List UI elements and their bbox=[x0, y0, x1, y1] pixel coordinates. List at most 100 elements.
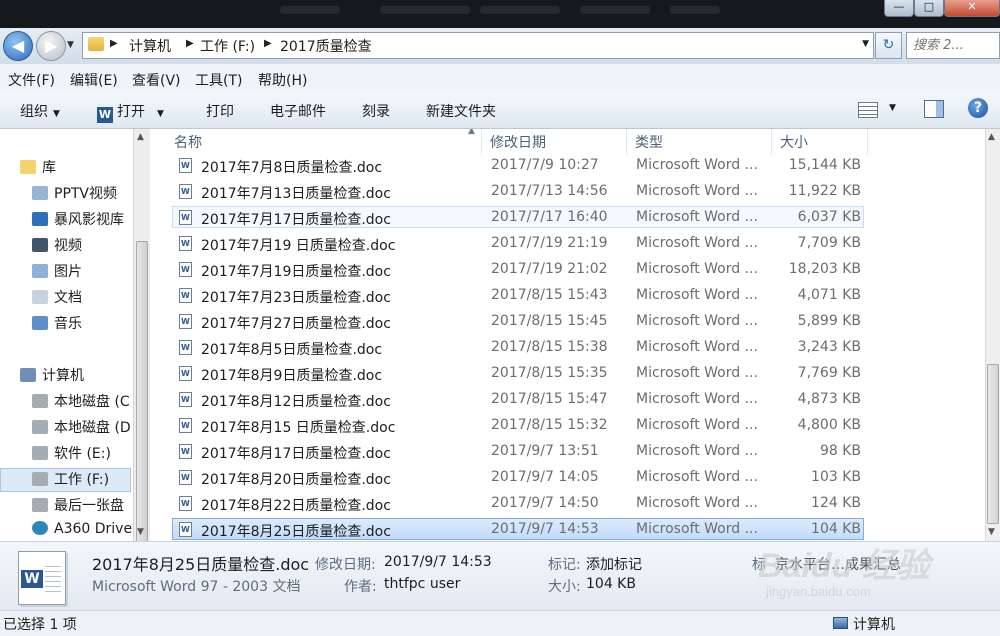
file-row[interactable]: 2017年8月15 日质量检查.doc 2017/8/15 15:32 Micros… bbox=[172, 414, 864, 436]
minimize-button[interactable]: — bbox=[884, 0, 914, 17]
nav-library[interactable]: 库 bbox=[20, 157, 56, 179]
address-dropdown-icon[interactable]: ▼ bbox=[862, 39, 869, 49]
file-type: Microsoft Word ... bbox=[636, 365, 758, 381]
file-list-scrollbar[interactable]: ▲ ▼ bbox=[985, 129, 1000, 541]
file-row[interactable]: 2017年7月19日质量检查.doc 2017/7/19 21:02 Microso… bbox=[172, 258, 864, 280]
breadcrumb-folder[interactable]: 2017质量检查 bbox=[280, 36, 372, 56]
status-selected: 已选择 1 项 bbox=[3, 617, 77, 633]
nav-item-videos[interactable]: 视频 bbox=[32, 235, 82, 257]
print-button[interactable]: 打印 bbox=[206, 101, 234, 121]
file-row[interactable]: 2017年8月12日质量检查.doc 2017/8/15 15:47 Microso… bbox=[172, 388, 864, 410]
file-row[interactable]: 2017年8月17日质量检查.doc 2017/9/7 13:51 Microsof… bbox=[172, 440, 864, 462]
file-row[interactable]: 2017年7月8日质量检查.doc 2017/7/9 10:27 Microsoft… bbox=[172, 154, 864, 176]
column-header-size[interactable]: 大小 bbox=[772, 129, 868, 155]
close-button[interactable]: ✕ bbox=[944, 0, 1000, 17]
back-button[interactable]: ◀ bbox=[3, 31, 33, 61]
forward-button[interactable]: ▶ bbox=[36, 31, 66, 61]
nav-drive-e[interactable]: 软件 (E:) bbox=[32, 443, 111, 465]
file-row[interactable]: 2017年7月27日质量检查.doc 2017/8/15 15:45 Microso… bbox=[172, 310, 864, 332]
address-bar[interactable]: ▶ 计算机 ▶ 工作 (F:) ▶ 2017质量检查 ▼ bbox=[82, 32, 874, 59]
breadcrumb-drive[interactable]: 工作 (F:) bbox=[200, 36, 255, 56]
menu-help[interactable]: 帮助(H) bbox=[258, 70, 307, 90]
details-title-value[interactable]: 京水平台…成果汇总 bbox=[775, 554, 901, 574]
file-size: 4,873 KB bbox=[797, 391, 861, 407]
nav-drive-d[interactable]: 本地磁盘 (D bbox=[32, 417, 131, 439]
file-name: 2017年8月12日质量检查.doc bbox=[201, 394, 391, 410]
file-row[interactable]: 2017年8月22日质量检查.doc 2017/9/7 14:50 Microsof… bbox=[172, 492, 864, 514]
file-row[interactable]: 2017年8月20日质量检查.doc 2017/9/7 14:05 Microsof… bbox=[172, 466, 864, 488]
nav-item-pictures[interactable]: 图片 bbox=[32, 261, 82, 283]
chevron-right-icon[interactable]: ▶ bbox=[186, 38, 194, 49]
scroll-down-icon[interactable]: ▼ bbox=[988, 527, 995, 537]
menu-edit[interactable]: 编辑(E) bbox=[70, 70, 118, 90]
breadcrumb-computer[interactable]: 计算机 bbox=[129, 36, 171, 56]
window-titlebar: — □ ✕ bbox=[0, 0, 1000, 28]
nav-item-label: 暴风影视库 bbox=[54, 212, 124, 228]
navigation-pane: 库 PPTV视频 暴风影视库 视频 图片 文档 音乐 计算机 本地磁盘 (C 本… bbox=[0, 129, 150, 541]
email-button[interactable]: 电子邮件 bbox=[270, 101, 326, 121]
column-header-type[interactable]: 类型 bbox=[627, 129, 772, 155]
recent-pages-dropdown-icon[interactable]: ▼ bbox=[67, 40, 74, 50]
file-list-scrollbar-thumb[interactable] bbox=[987, 364, 999, 524]
menu-tools[interactable]: 工具(T) bbox=[195, 70, 242, 90]
file-name: 2017年7月19日质量检查.doc bbox=[201, 264, 391, 280]
nav-drive-last[interactable]: 最后一张盘 bbox=[32, 495, 124, 517]
nav-scrollbar[interactable]: ▲ ▼ bbox=[133, 129, 151, 586]
nav-item-music[interactable]: 音乐 bbox=[32, 313, 82, 335]
organize-button[interactable]: 组织 ▼ bbox=[20, 101, 60, 121]
chevron-down-icon[interactable]: ▼ bbox=[889, 103, 896, 113]
file-name: 2017年8月9日质量检查.doc bbox=[201, 368, 383, 384]
nav-computer[interactable]: 计算机 bbox=[20, 365, 84, 387]
nav-a360-drive[interactable]: A360 Drive bbox=[32, 521, 132, 541]
chevron-down-icon[interactable]: ▼ bbox=[157, 109, 164, 119]
file-row[interactable]: 2017年8月5日质量检查.doc 2017/8/15 15:38 Microsof… bbox=[172, 336, 864, 358]
file-row[interactable]: 2017年7月13日质量检查.doc 2017/7/13 14:56 Microso… bbox=[172, 180, 864, 202]
menu-file[interactable]: 文件(F) bbox=[8, 70, 55, 90]
search-box[interactable] bbox=[906, 32, 1000, 59]
word-doc-icon bbox=[179, 496, 192, 511]
file-date: 2017/7/17 16:40 bbox=[491, 209, 608, 225]
nav-drive-f[interactable]: 工作 (F:) bbox=[0, 468, 131, 492]
nav-item-label: PPTV视频 bbox=[54, 186, 118, 202]
new-folder-button[interactable]: 新建文件夹 bbox=[426, 101, 496, 121]
file-name: 2017年8月22日质量检查.doc bbox=[201, 498, 391, 514]
scroll-down-icon[interactable]: ▼ bbox=[137, 527, 144, 537]
column-header-name[interactable]: 名称 bbox=[150, 129, 482, 155]
file-type: Microsoft Word ... bbox=[636, 521, 758, 537]
word-doc-icon bbox=[179, 184, 192, 199]
menu-view[interactable]: 查看(V) bbox=[132, 70, 181, 90]
nav-item-baofeng[interactable]: 暴风影视库 bbox=[32, 209, 124, 231]
chevron-right-icon[interactable]: ▶ bbox=[264, 38, 272, 49]
details-tags-label: 标记: bbox=[548, 557, 581, 573]
scroll-up-icon[interactable]: ▲ bbox=[137, 132, 144, 142]
nav-item-documents[interactable]: 文档 bbox=[32, 287, 82, 309]
view-options-icon[interactable] bbox=[858, 102, 878, 118]
preview-pane-icon[interactable] bbox=[924, 100, 944, 118]
file-row[interactable]: 2017年8月9日质量检查.doc 2017/8/15 15:35 Microsof… bbox=[172, 362, 864, 384]
help-icon[interactable]: ? bbox=[968, 98, 988, 118]
file-row[interactable]: 2017年8月25日质量检查.doc 2017/9/7 14:53 Microsof… bbox=[172, 518, 864, 540]
word-doc-icon bbox=[179, 392, 192, 407]
word-doc-icon bbox=[179, 262, 192, 277]
file-row[interactable]: 2017年7月17日质量检查.doc 2017/7/17 16:40 Microso… bbox=[172, 206, 864, 228]
column-header-date[interactable]: 修改日期 bbox=[482, 129, 627, 155]
menu-bar: 文件(F) 编辑(E) 查看(V) 工具(T) 帮助(H) bbox=[0, 64, 1000, 93]
file-size: 18,203 KB bbox=[788, 261, 861, 277]
file-date: 2017/7/19 21:19 bbox=[491, 235, 608, 251]
open-button[interactable]: W 打开 ▼ bbox=[97, 101, 164, 123]
search-input[interactable] bbox=[907, 33, 985, 57]
nav-item-pptv[interactable]: PPTV视频 bbox=[32, 183, 117, 205]
file-row[interactable]: 2017年7月19 日质量检查.doc 2017/7/19 21:19 Micros… bbox=[172, 232, 864, 254]
file-type: Microsoft Word ... bbox=[636, 313, 758, 329]
details-tags-value[interactable]: 添加标记 bbox=[586, 554, 642, 574]
file-size: 6,037 KB bbox=[797, 209, 861, 225]
scroll-up-icon[interactable]: ▲ bbox=[988, 132, 995, 142]
nav-drive-c[interactable]: 本地磁盘 (C bbox=[32, 391, 130, 413]
file-row[interactable]: 2017年7月23日质量检查.doc 2017/8/15 15:43 Microso… bbox=[172, 284, 864, 306]
maximize-button[interactable]: □ bbox=[914, 0, 944, 17]
refresh-button[interactable]: ↻ bbox=[875, 32, 902, 59]
details-author-value[interactable]: thtfpc user bbox=[384, 576, 460, 592]
file-date: 2017/8/15 15:32 bbox=[491, 417, 608, 433]
burn-button[interactable]: 刻录 bbox=[362, 101, 390, 121]
chevron-right-icon[interactable]: ▶ bbox=[110, 38, 118, 49]
